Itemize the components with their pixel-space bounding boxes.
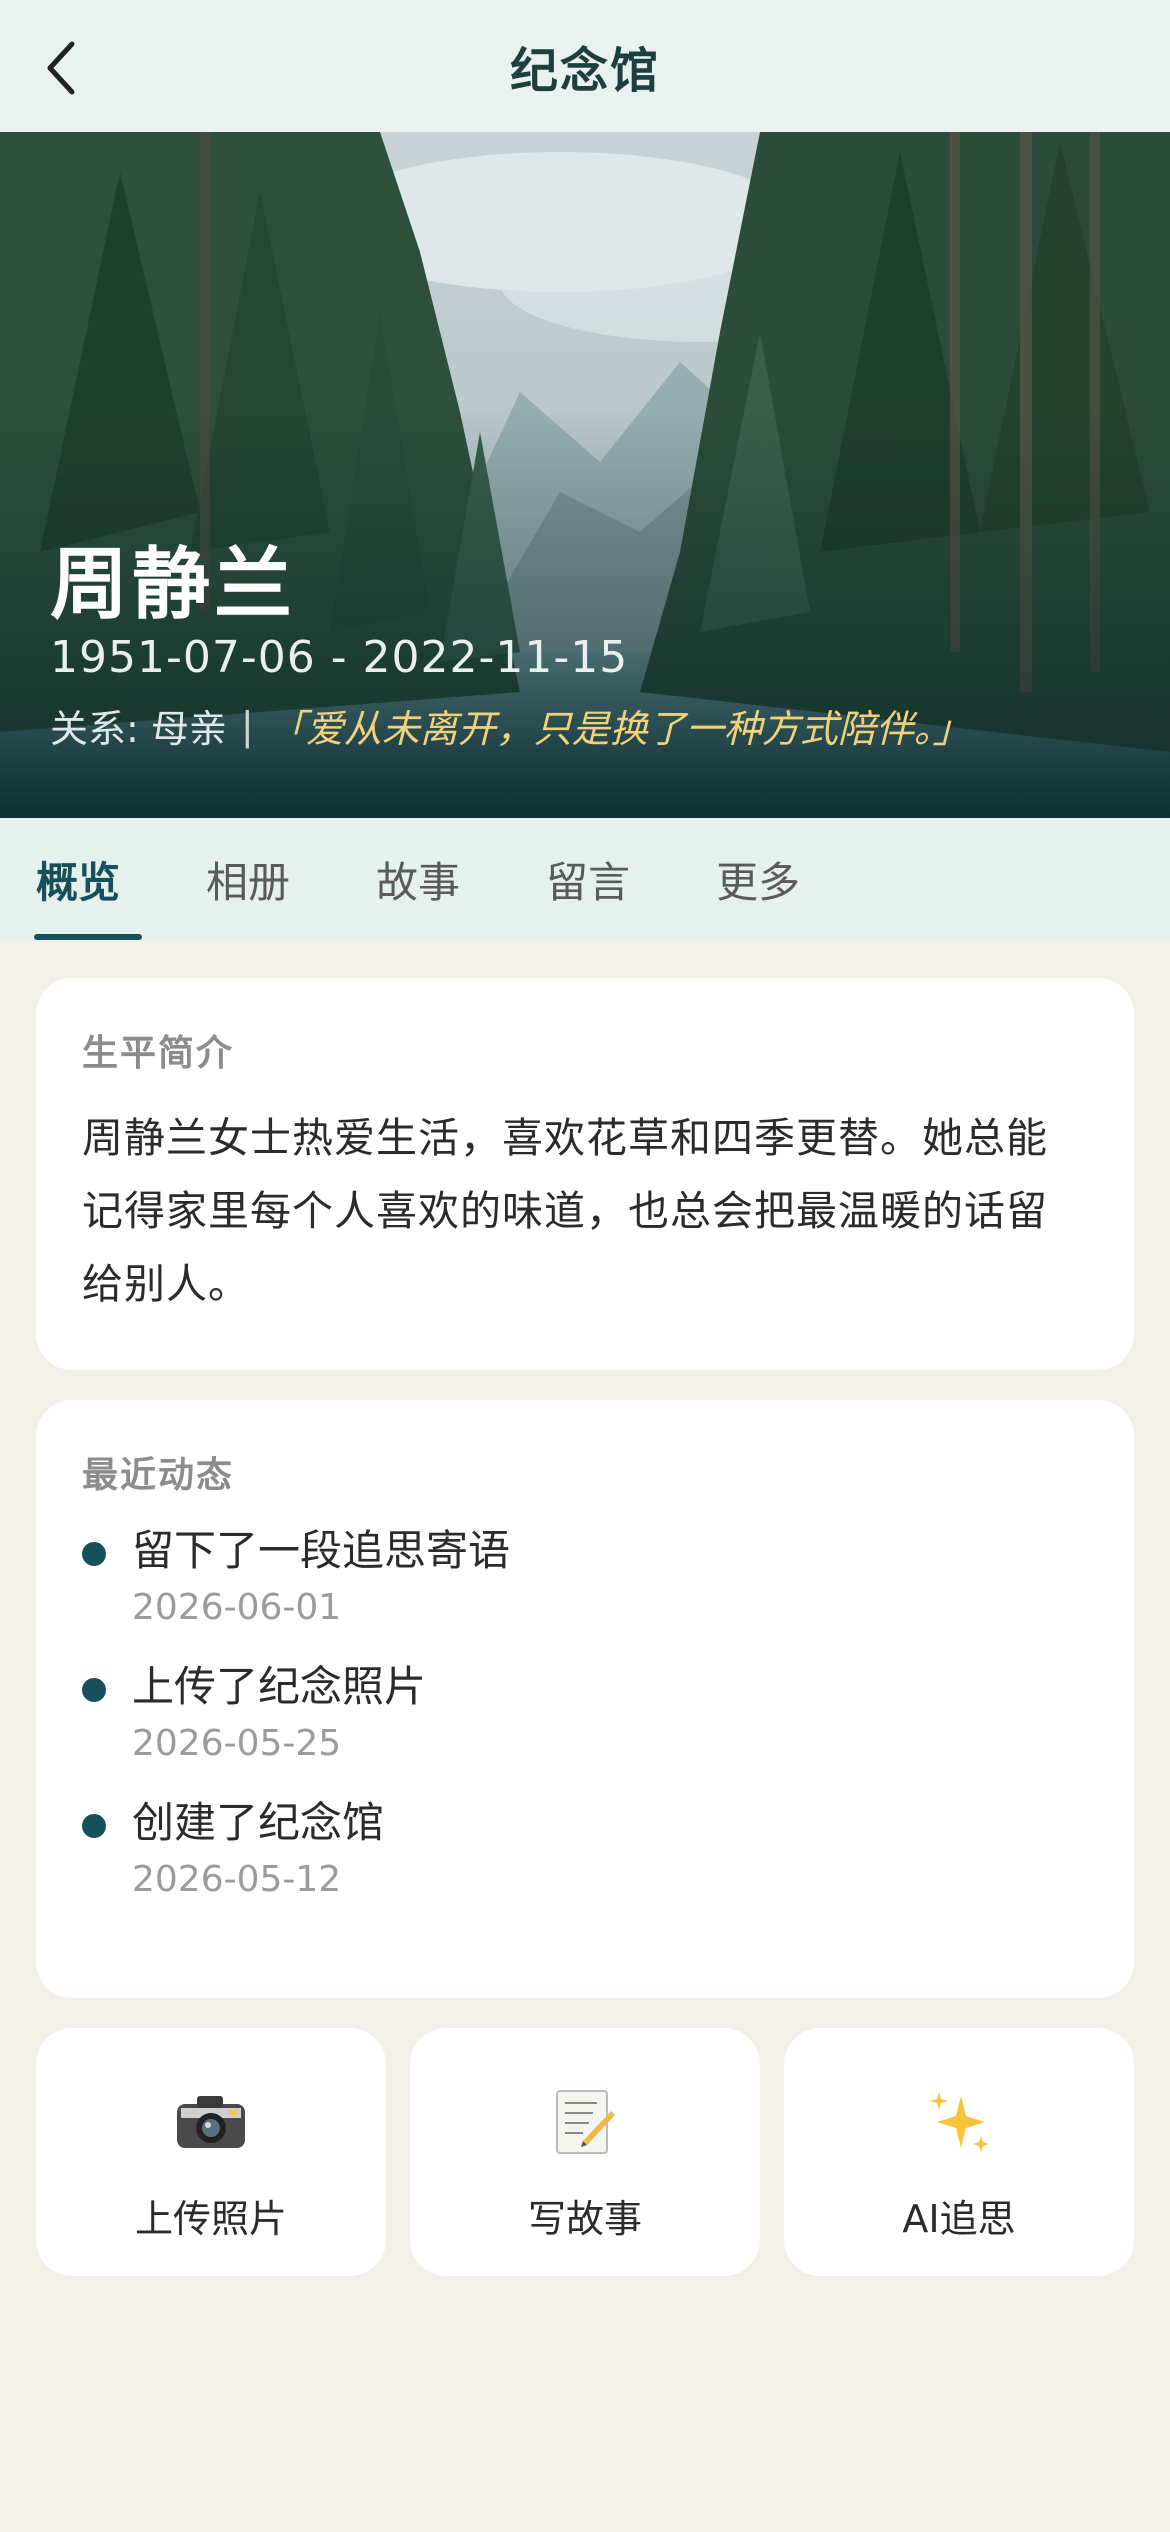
write-story-button[interactable]: 写故事 <box>410 2028 760 2276</box>
chevron-left-icon <box>47 41 75 95</box>
activity-date: 2026-06-01 <box>132 1587 342 1628</box>
tab-album[interactable]: 相册 <box>206 818 290 940</box>
recent-activity-title: 最近动态 <box>82 1455 235 1496</box>
top-nav-bar: 纪念馆 <box>0 0 1170 132</box>
ai-memorial-button[interactable]: AI追思 <box>784 2028 1134 2276</box>
bullet-dot <box>82 1814 106 1838</box>
recent-activity-card: 最近动态 留下了一段追思寄语 2026-06-01 上传了纪念照片 2026-0… <box>36 1400 1134 1998</box>
biography-title: 生平简介 <box>82 1033 235 1074</box>
quick-actions: 上传照片 写故事 AI追思 <box>36 2028 1134 2276</box>
sparkles-icon <box>930 2091 989 2152</box>
activity-text: 上传了纪念照片 <box>132 1662 427 1711</box>
upload-photo-label: 上传照片 <box>134 2196 287 2241</box>
activity-text: 创建了纪念馆 <box>132 1798 385 1847</box>
deceased-name: 周静兰 <box>50 540 297 630</box>
page-title: 纪念馆 <box>509 43 660 99</box>
separator: | <box>240 703 254 748</box>
relation-label: 关系: 母亲 <box>50 707 227 751</box>
camera-icon <box>177 2095 245 2148</box>
back-button[interactable] <box>30 36 94 100</box>
memorial-quote: 「爱从未离开，只是换了一种方式陪伴。」 <box>267 707 971 751</box>
bullet-dot <box>82 1542 106 1566</box>
ai-memorial-label: AI追思 <box>902 2196 1016 2241</box>
activity-item: 创建了纪念馆 2026-05-12 <box>82 1792 1088 1906</box>
tab-messages[interactable]: 留言 <box>546 818 630 940</box>
activity-item: 上传了纪念照片 2026-05-25 <box>82 1656 1088 1770</box>
relation-line: 关系: 母亲 | 「爱从未离开，只是换了一种方式陪伴。」 <box>50 698 971 753</box>
bullet-dot <box>82 1678 106 1702</box>
tab-more[interactable]: 更多 <box>716 818 800 940</box>
biography-card: 生平简介 周静兰女士热爱生活，喜欢花草和四季更替。她总能记得家里每个人喜欢的味道… <box>36 978 1134 1370</box>
activity-date: 2026-05-12 <box>132 1859 342 1900</box>
tab-overview[interactable]: 概览 <box>33 818 143 940</box>
life-dates: 1951-07-06 - 2022-11-15 <box>50 632 629 683</box>
biography-text: 周静兰女士热爱生活，喜欢花草和四季更替。她总能记得家里每个人喜欢的味道，也总会把… <box>82 1114 1048 1308</box>
activity-item: 留下了一段追思寄语 2026-06-01 <box>82 1520 1088 1634</box>
write-story-label: 写故事 <box>527 2196 642 2241</box>
hero-banner: 周静兰 1951-07-06 - 2022-11-15 关系: 母亲 | 「爱从… <box>0 132 1170 818</box>
upload-photo-button[interactable]: 上传照片 <box>36 2028 386 2276</box>
activity-date: 2026-05-25 <box>132 1723 342 1764</box>
tab-stories[interactable]: 故事 <box>376 818 460 940</box>
memo-icon <box>556 2089 615 2154</box>
tab-bar: 概览 相册 故事 留言 更多 <box>0 818 1170 940</box>
activity-text: 留下了一段追思寄语 <box>132 1526 511 1575</box>
